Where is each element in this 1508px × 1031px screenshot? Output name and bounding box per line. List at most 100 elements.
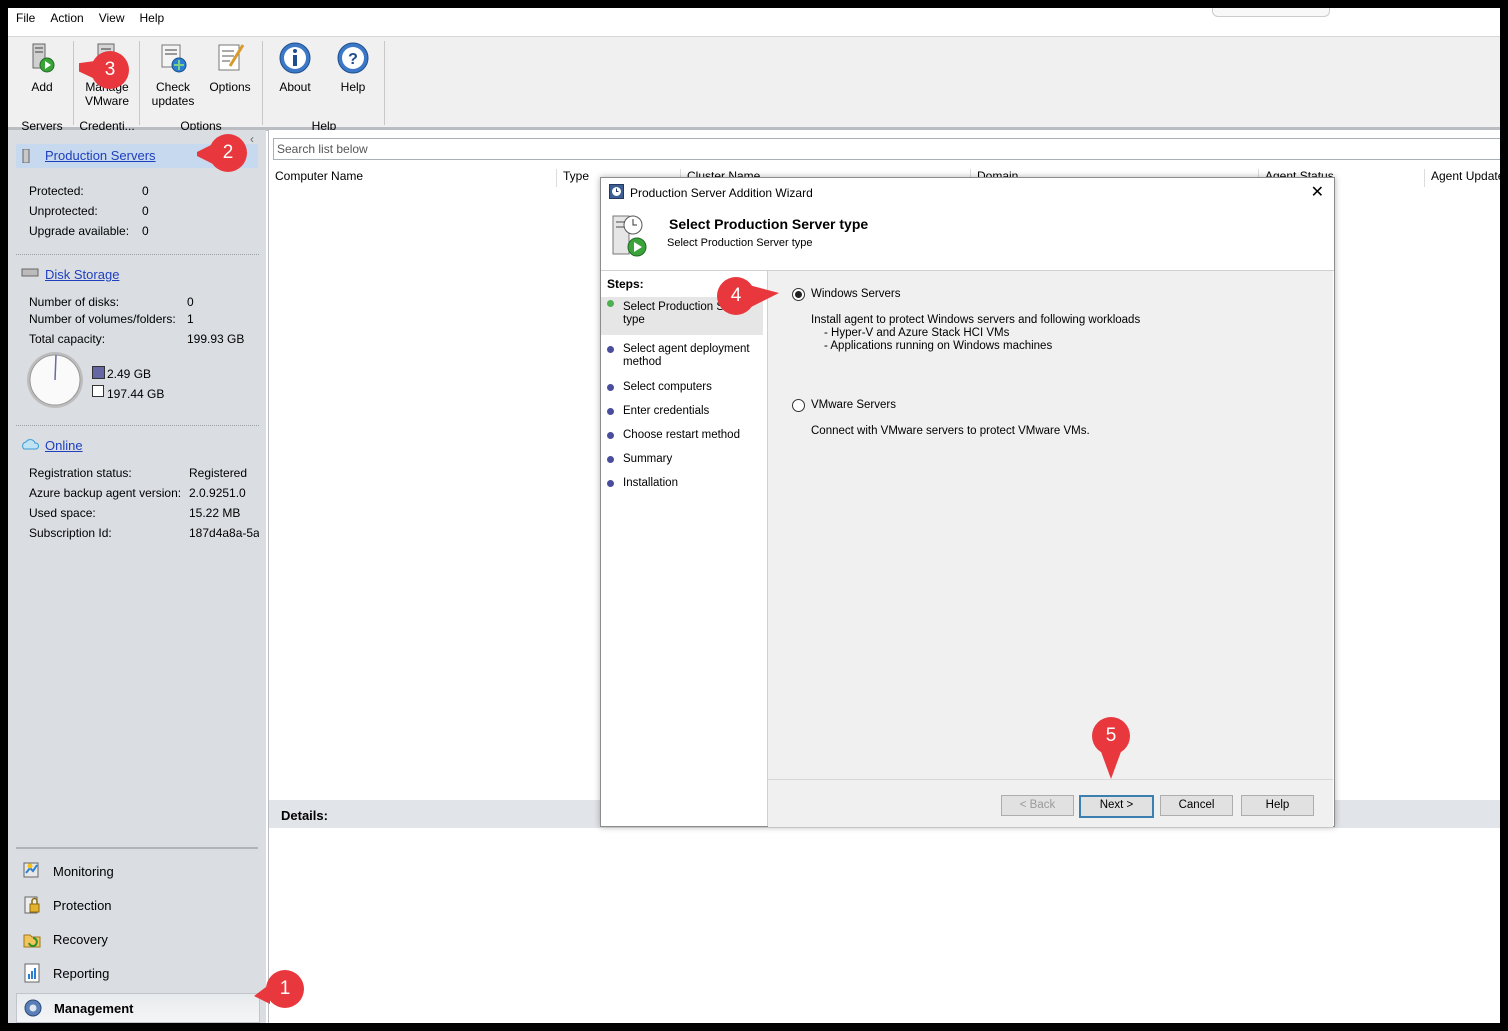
navigation-pane: ‹ Production Servers Protected: 0 Unprot…: [8, 130, 266, 1023]
step-bullet-icon: [607, 384, 614, 391]
registration-value: Registered: [189, 466, 248, 480]
options-label: Options: [209, 80, 251, 94]
callout-number: 5: [1105, 725, 1117, 746]
menu-view[interactable]: View: [91, 8, 132, 25]
wizard-title: Production Server Addition Wizard: [630, 186, 813, 200]
capacity-pie-chart: [27, 352, 83, 408]
step-installation: Installation: [607, 477, 763, 490]
monitoring-label: Monitoring: [53, 864, 114, 879]
workspace-monitoring[interactable]: Monitoring: [16, 857, 258, 885]
unprotected-value: 0: [142, 204, 149, 218]
server-schedule-icon: [612, 215, 647, 257]
about-label: About: [279, 80, 311, 94]
wizard-footer: < Back Next > Cancel Help: [768, 779, 1333, 827]
back-button[interactable]: < Back: [1001, 795, 1074, 816]
windows-description: Install agent to protect Windows servers…: [811, 314, 1141, 326]
free-legend-label: 197.44 GB: [107, 387, 165, 401]
recovery-icon: [23, 934, 41, 948]
add-button[interactable]: Add: [18, 41, 66, 94]
registration-label: Registration status:: [29, 466, 132, 480]
monitoring-icon: [23, 862, 39, 878]
search-input[interactable]: Search list below: [273, 138, 1500, 160]
capacity-value: 199.93 GB: [187, 332, 245, 346]
check-label-2: updates: [151, 94, 195, 108]
about-button[interactable]: About: [270, 41, 320, 94]
step-bullet-icon: [607, 480, 614, 487]
step-bullet-icon: [607, 346, 614, 353]
wizard-header: Select Production Server type Select Pro…: [601, 206, 1334, 271]
disk-storage-link[interactable]: Disk Storage: [45, 267, 119, 282]
wizard-steps-panel: Steps: Select Production Se type Select …: [601, 271, 768, 826]
divider: [16, 254, 259, 255]
step-bullet-icon: [607, 408, 614, 415]
subscription-value: 187d4a8a-5a: [189, 526, 259, 540]
agent-version-label: Azure backup agent version:: [29, 486, 182, 500]
step-label: Select computers: [623, 381, 712, 393]
upgrade-label: Upgrade available:: [29, 224, 130, 238]
vmware-description: Connect with VMware servers to protect V…: [811, 425, 1090, 437]
menu-help[interactable]: Help: [132, 8, 172, 25]
help-label: Help: [340, 80, 366, 94]
callout-number: 3: [104, 59, 116, 80]
vmware-servers-label[interactable]: VMware Servers: [811, 399, 896, 412]
reporting-label: Reporting: [53, 966, 110, 981]
menu-file[interactable]: File: [8, 8, 42, 25]
step-bullet-icon: [607, 456, 614, 463]
column-computer-name[interactable]: Computer Name: [269, 169, 557, 187]
cloud-icon: [22, 439, 39, 450]
steps-label: Steps:: [607, 277, 644, 291]
workspace-management[interactable]: Management: [16, 993, 260, 1023]
add-label: Add: [31, 80, 53, 94]
wizard-clock-icon: [609, 184, 624, 199]
group-separator: [262, 41, 263, 125]
workspace-recovery[interactable]: Recovery: [16, 925, 258, 953]
check-updates-button[interactable]: Check updates: [148, 41, 198, 108]
cancel-button[interactable]: Cancel: [1160, 795, 1233, 816]
wizard-title-bar: Production Server Addition Wizard ✕: [601, 178, 1334, 206]
online-link[interactable]: Online: [45, 438, 83, 453]
disk-storage-header[interactable]: Disk Storage: [16, 263, 258, 287]
capacity-label: Total capacity:: [29, 332, 106, 346]
svg-text:?: ?: [348, 51, 358, 68]
help-icon: ?: [337, 42, 369, 74]
info-icon: [279, 42, 311, 74]
protection-lock-icon: [24, 896, 40, 914]
window-tab: [1212, 8, 1330, 17]
wizard-help-button[interactable]: Help: [1241, 795, 1314, 816]
used-space-label: Used space:: [29, 506, 96, 520]
step-select-computers: Select computers: [607, 381, 763, 394]
add-server-icon: [32, 43, 55, 73]
production-server-wizard-dialog: Production Server Addition Wizard ✕ Sele…: [600, 177, 1335, 827]
vmware-servers-radio[interactable]: [792, 399, 805, 412]
details-label: Details:: [281, 808, 328, 823]
windows-servers-label[interactable]: Windows Servers: [811, 288, 900, 301]
protected-value: 0: [142, 184, 149, 198]
upgrade-value: 0: [142, 224, 149, 238]
step-label: method: [623, 356, 662, 368]
options-button[interactable]: Options: [205, 41, 255, 94]
disks-value: 0: [187, 295, 194, 309]
next-button[interactable]: Next >: [1079, 795, 1154, 818]
volumes-label: Number of volumes/folders:: [29, 312, 176, 326]
windows-workload-hyperv: - Hyper-V and Azure Stack HCI VMs: [824, 327, 1010, 339]
windows-servers-radio[interactable]: [792, 288, 805, 301]
production-servers-link[interactable]: Production Servers: [45, 148, 156, 163]
group-separator: [73, 41, 74, 125]
free-legend-swatch: [92, 385, 104, 397]
help-button[interactable]: ? Help: [328, 41, 378, 94]
callout-2: 2: [197, 134, 247, 172]
reporting-icon: [24, 963, 40, 983]
step-label: Enter credentials: [623, 405, 710, 417]
online-header[interactable]: Online: [16, 434, 258, 458]
step-label: Choose restart method: [623, 429, 740, 441]
column-agent-update[interactable]: Agent Update: [1425, 169, 1500, 187]
callout-number: 1: [279, 978, 291, 999]
callout-number: 2: [222, 142, 234, 163]
management-label: Management: [54, 1001, 134, 1016]
workspace-protection[interactable]: Protection: [16, 891, 258, 919]
close-icon[interactable]: ✕: [1311, 182, 1324, 202]
menu-action[interactable]: Action: [42, 8, 90, 25]
workspace-reporting[interactable]: Reporting: [16, 959, 258, 987]
subscription-label: Subscription Id:: [29, 526, 112, 540]
used-legend-label: 2.49 GB: [107, 367, 152, 381]
